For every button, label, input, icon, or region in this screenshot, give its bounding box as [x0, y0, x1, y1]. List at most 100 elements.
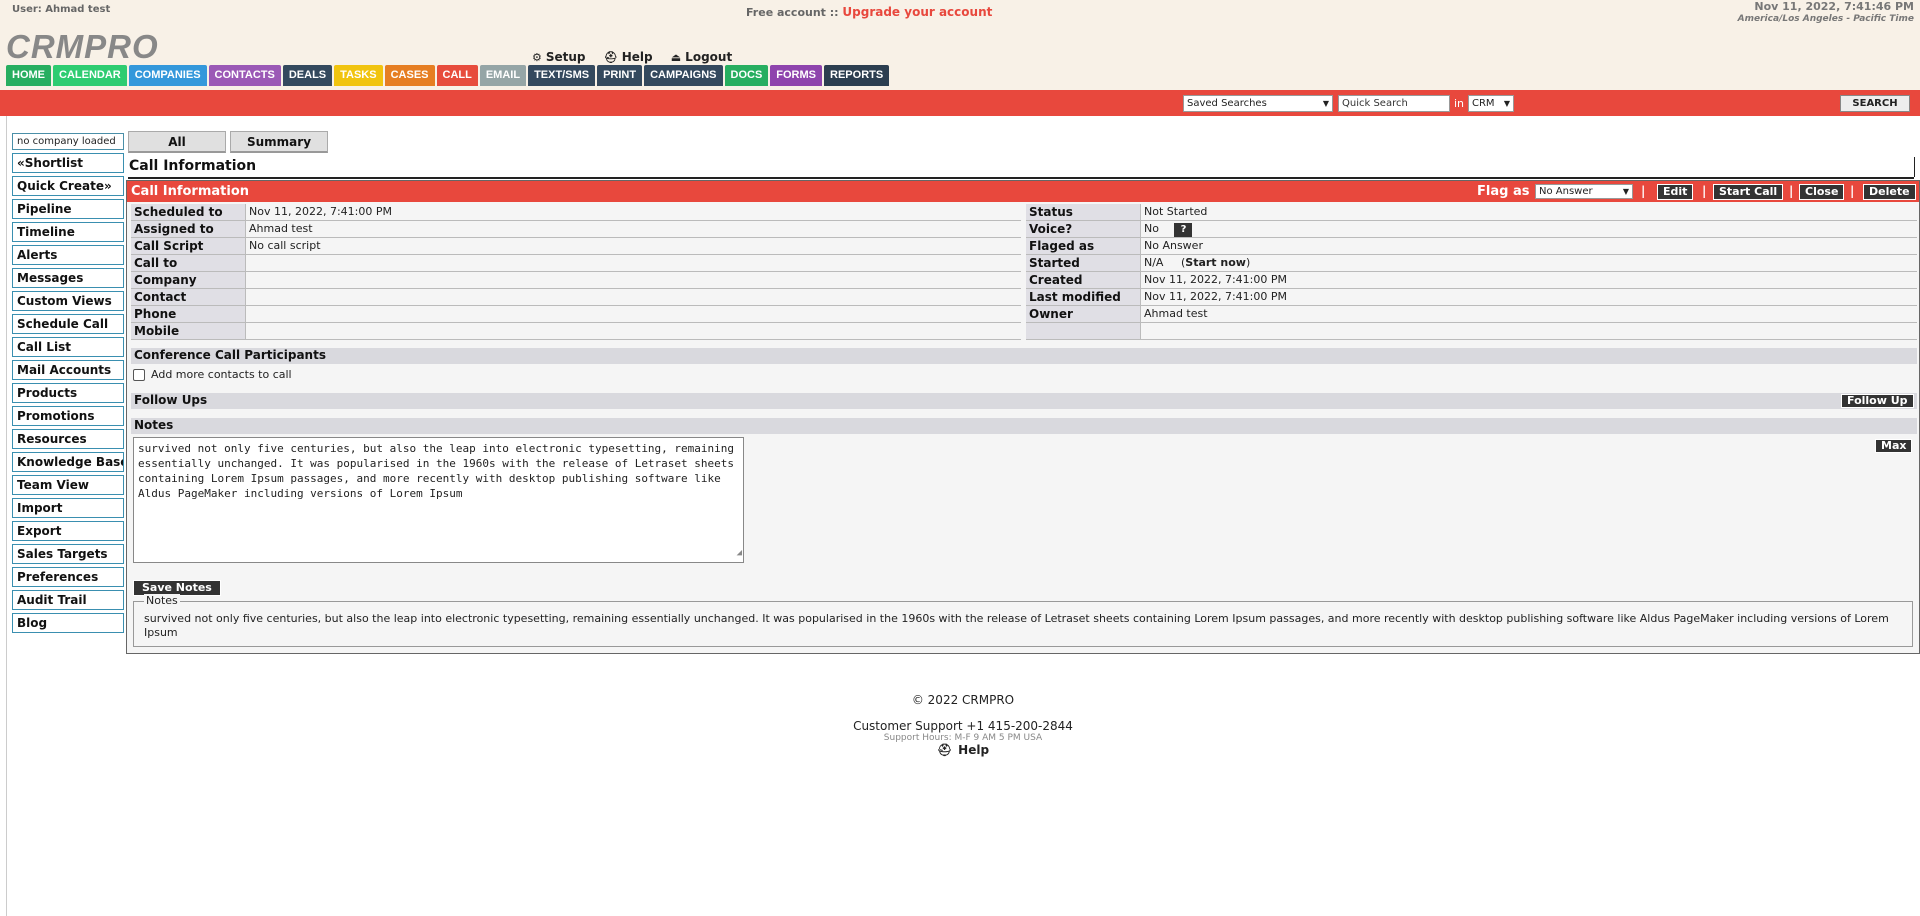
sidebar-item-team-view[interactable]: Team View — [12, 475, 124, 495]
field-row-owner: Owner Ahmad test — [1026, 306, 1917, 323]
sidebar-item-knowledge-base[interactable]: Knowledge Base — [12, 452, 124, 472]
field-row-mobile: Mobile — [131, 323, 1021, 340]
chevron-down-icon: ▼ — [1622, 187, 1629, 196]
field-row-assigned-to: Assigned to Ahmad test — [131, 221, 1021, 238]
max-button[interactable]: Max — [1875, 439, 1913, 453]
sidebar-item-pipeline[interactable]: Pipeline — [12, 199, 124, 219]
saved-searches-select[interactable]: Saved Searches ▼ — [1183, 95, 1333, 112]
field-row-status: Status Not Started — [1026, 204, 1917, 221]
setup-link[interactable]: ⚙ Setup — [532, 50, 586, 64]
sidebar-item-sales-targets[interactable]: Sales Targets — [12, 544, 124, 564]
search-button[interactable]: SEARCH — [1840, 95, 1910, 112]
logo[interactable]: CRMPRO — [6, 28, 159, 66]
field-value: Nov 11, 2022, 7:41:00 PM — [245, 204, 1021, 220]
resize-handle-icon[interactable]: ◢ — [737, 546, 742, 561]
sidebar-item-resources[interactable]: Resources — [12, 429, 124, 449]
sidebar-item-shortlist[interactable]: «Shortlist — [12, 153, 124, 173]
sidebar-item-audit-trail[interactable]: Audit Trail — [12, 590, 124, 610]
nav-tab-campaigns[interactable]: CAMPAIGNS — [644, 65, 723, 86]
field-label — [1026, 323, 1140, 339]
footer-support: Customer Support +1 415-200-2844 — [853, 719, 1073, 733]
delete-button[interactable]: Delete — [1863, 184, 1916, 200]
field-label: Mobile — [131, 323, 245, 339]
sidebar-item-export[interactable]: Export — [12, 521, 124, 541]
help-icon: ⛑ — [603, 51, 618, 64]
nav-tab-call[interactable]: CALL — [436, 65, 478, 86]
field-label: Assigned to — [131, 221, 245, 237]
modified-value: Nov 11, 2022, 7:41:00 PM — [1140, 289, 1917, 305]
nav-tab-docs[interactable]: DOCS — [724, 65, 769, 86]
field-row-created: Created Nov 11, 2022, 7:41:00 PM — [1026, 272, 1917, 289]
footer-hours: Support Hours: M-F 9 AM 5 PM USA — [883, 733, 1043, 743]
sidebar: no company loaded «Shortlist Quick Create… — [12, 133, 124, 636]
tab-all[interactable]: All — [128, 131, 226, 153]
follow-up-button[interactable]: Follow Up — [1841, 394, 1914, 408]
field-value — [245, 289, 1021, 305]
sidebar-item-call-list[interactable]: Call List — [12, 337, 124, 357]
add-contacts-row: Add more contacts to call — [133, 368, 292, 381]
nav-tab-forms[interactable]: FORMS — [770, 65, 823, 86]
timezone: America/Los Angeles - Pacific Time — [1737, 14, 1914, 24]
chevron-down-icon: ▼ — [1503, 99, 1510, 108]
notes-fieldset: Notes survived not only five centuries, … — [133, 594, 1913, 647]
help-link[interactable]: ⛑ Help — [604, 50, 653, 64]
gear-icon: ⚙ — [532, 51, 542, 64]
nav-tab-cases[interactable]: CASES — [384, 65, 435, 86]
sidebar-item-custom-views[interactable]: Custom Views — [12, 291, 124, 311]
field-label: Contact — [131, 289, 245, 305]
sidebar-item-products[interactable]: Products — [12, 383, 124, 403]
sidebar-item-mail-accounts[interactable]: Mail Accounts — [12, 360, 124, 380]
notes-textarea[interactable]: survived not only five centuries, but al… — [133, 437, 744, 563]
field-label: Created — [1026, 272, 1140, 288]
nav-tab-tasks[interactable]: TASKS — [334, 65, 383, 86]
field-value: Ahmad test — [245, 221, 1021, 237]
nav-tab-contacts[interactable]: CONTACTS — [208, 65, 281, 86]
nav-tab-home[interactable]: HOME — [6, 65, 51, 86]
sidebar-item-quick-create[interactable]: Quick Create» — [12, 176, 124, 196]
close-button[interactable]: Close — [1799, 184, 1845, 200]
nav-tab-deals[interactable]: DEALS — [282, 65, 333, 86]
nav-tab-email[interactable]: EMAIL — [479, 65, 527, 86]
upgrade-link[interactable]: Upgrade your account — [842, 5, 992, 19]
follow-ups-section-header: Follow Ups — [131, 393, 1917, 409]
field-label: Owner — [1026, 306, 1140, 322]
free-account-label: Free account :: — [746, 6, 839, 19]
sidebar-item-blog[interactable]: Blog — [12, 613, 124, 633]
nav-tab-print[interactable]: PRINT — [597, 65, 643, 86]
nav-tab-reports[interactable]: REPORTS — [824, 65, 890, 86]
quick-search-input[interactable]: Quick Search — [1338, 95, 1450, 112]
voice-help-button[interactable]: ? — [1174, 223, 1193, 237]
nav-tab-calendar[interactable]: CALENDAR — [53, 65, 127, 86]
edit-button[interactable]: Edit — [1657, 184, 1694, 200]
search-scope-select[interactable]: CRM ▼ — [1468, 95, 1514, 112]
flag-as-select[interactable]: No Answer ▼ — [1535, 184, 1633, 199]
footer-help-link[interactable]: ⛑ Help — [0, 743, 1920, 757]
field-label: Flaged as — [1026, 238, 1140, 254]
separator: | — [1789, 184, 1794, 198]
field-value — [245, 255, 1021, 271]
sidebar-item-promotions[interactable]: Promotions — [12, 406, 124, 426]
field-row-call-script: Call Script No call script — [131, 238, 1021, 255]
field-label: Last modified — [1026, 289, 1140, 305]
field-label: Started — [1026, 255, 1140, 271]
sidebar-item-schedule-call[interactable]: Schedule Call — [12, 314, 124, 334]
main-nav: HOME CALENDAR COMPANIES CONTACTS DEALS TASKS C… — [6, 65, 890, 86]
nav-tab-companies[interactable]: COMPANIES — [128, 65, 207, 86]
sidebar-item-import[interactable]: Import — [12, 498, 124, 518]
start-call-button[interactable]: Start Call — [1713, 184, 1784, 200]
field-row-started: Started N/A (Start now) — [1026, 255, 1917, 272]
notes-display-text: survived not only five centuries, but al… — [144, 612, 1889, 639]
add-contacts-checkbox[interactable] — [133, 368, 145, 381]
start-now-link[interactable]: Start now — [1185, 256, 1246, 269]
notes-section-header: Notes — [131, 418, 1917, 434]
sidebar-item-preferences[interactable]: Preferences — [12, 567, 124, 587]
sidebar-item-messages[interactable]: Messages — [12, 268, 124, 288]
tab-summary[interactable]: Summary — [230, 131, 328, 153]
separator: | — [1702, 184, 1707, 198]
nav-tab-textsms[interactable]: TEXT/SMS — [528, 65, 596, 86]
sidebar-item-timeline[interactable]: Timeline — [12, 222, 124, 242]
sidebar-item-alerts[interactable]: Alerts — [12, 245, 124, 265]
field-row-modified: Last modified Nov 11, 2022, 7:41:00 PM — [1026, 289, 1917, 306]
field-label: Voice? — [1026, 221, 1140, 237]
logout-link[interactable]: ⏏ Logout — [671, 50, 732, 64]
